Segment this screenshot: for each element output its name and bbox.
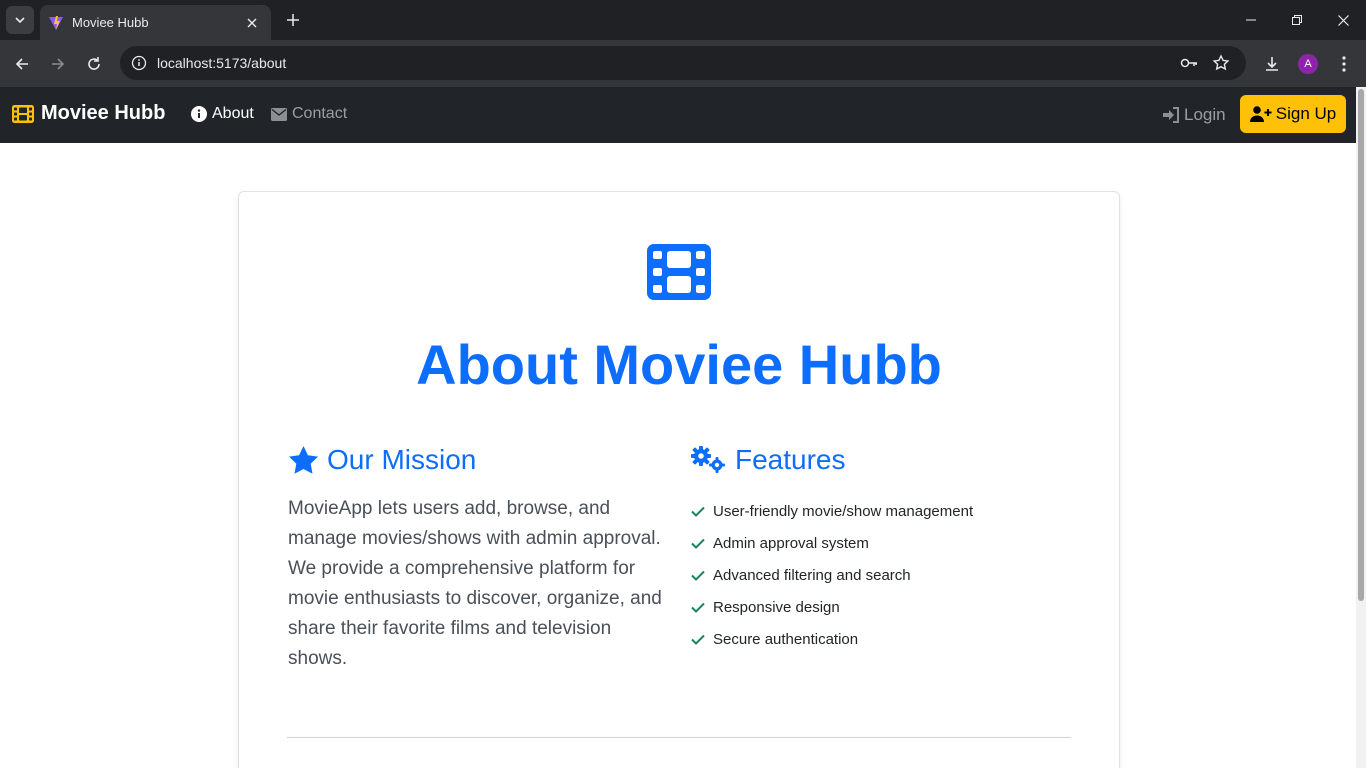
about-card: About Moviee Hubb Our Mission MovieApp l… [238,191,1120,768]
features-heading-text: Features [735,444,846,475]
site-navbar: Moviee Hubb About Contact Login Sign Up [0,87,1356,143]
star-icon [289,445,318,474]
login-link[interactable]: Login [1163,105,1226,125]
list-item: User-friendly movie/show management [691,495,973,527]
envelope-icon [271,107,287,121]
film-icon [647,244,711,300]
nav-about-link[interactable]: About [191,105,254,123]
reload-button[interactable] [80,50,108,78]
check-icon [691,538,705,549]
browser-toolbar: localhost:5173/about A [0,40,1366,87]
reload-icon [88,57,100,70]
cogs-icon [691,446,725,473]
browser-tab[interactable]: Moviee Hubb [40,5,271,40]
feature-text: Secure authentication [713,630,859,648]
list-item: Admin approval system [691,527,973,559]
check-icon [691,570,705,581]
browser-tabstrip: Moviee Hubb [0,0,1366,40]
nav-contact-label: Contact [292,105,348,122]
user-plus-icon [1249,106,1272,122]
features-heading: Features [691,444,846,476]
plus-icon [287,14,299,26]
url-text: localhost:5173/about [157,55,287,71]
kebab-menu-icon [1342,56,1346,72]
check-icon [691,634,705,645]
page-scrollbar[interactable] [1356,87,1366,768]
list-item: Advanced filtering and search [691,559,973,591]
arrow-left-icon [15,58,28,70]
restore-icon [1292,15,1302,25]
feature-text: Responsive design [713,598,840,616]
download-icon [1266,57,1278,71]
signup-label: Sign Up [1275,104,1337,123]
close-icon [1337,14,1349,26]
address-bar[interactable]: localhost:5173/about [120,46,1246,80]
page-viewport: Moviee Hubb About Contact Login Sign Up [0,87,1366,768]
back-button[interactable] [8,50,36,78]
features-list: User-friendly movie/show management Admi… [691,495,973,655]
info-circle-icon [191,106,207,122]
mission-heading-text: Our Mission [327,444,477,475]
list-item: Responsive design [691,591,973,623]
mission-heading: Our Mission [288,444,476,476]
restore-button[interactable] [1274,0,1320,40]
tab-search-button[interactable] [6,6,34,34]
site-info-icon[interactable] [128,52,150,74]
tab-close-button[interactable] [243,14,261,32]
feature-text: Admin approval system [713,534,869,552]
bookmark-star-icon[interactable] [1210,52,1232,74]
sign-in-icon [1163,107,1179,123]
film-icon [12,104,34,123]
browser-menu-button[interactable] [1330,50,1358,78]
close-window-button[interactable] [1320,0,1366,40]
section-divider [287,737,1071,738]
check-icon [691,506,705,517]
password-key-icon[interactable] [1178,52,1200,74]
forward-button[interactable] [44,50,72,78]
nav-about-label: About [212,105,254,122]
check-icon [691,602,705,613]
feature-text: Advanced filtering and search [713,566,911,584]
page-title: About Moviee Hubb [416,333,942,396]
login-label: Login [1184,105,1226,124]
minimize-icon [1246,19,1256,21]
scrollbar-thumb[interactable] [1358,89,1364,601]
nav-contact-link[interactable]: Contact [271,105,347,123]
signup-button[interactable]: Sign Up [1240,95,1346,133]
tab-title: Moviee Hubb [72,15,149,30]
profile-button[interactable]: A [1294,50,1322,78]
brand-link[interactable]: Moviee Hubb [12,102,165,125]
feature-text: User-friendly movie/show management [713,502,974,520]
vite-favicon-icon [49,15,63,30]
arrow-right-icon [52,58,65,70]
brand-name: Moviee Hubb [41,102,166,124]
new-tab-button[interactable] [282,9,304,31]
list-item: Secure authentication [691,623,973,655]
mission-text: MovieApp lets users add, browse, and man… [288,498,662,669]
downloads-button[interactable] [1258,50,1286,78]
minimize-button[interactable] [1228,0,1274,40]
avatar: A [1298,54,1318,74]
chevron-down-icon [15,17,25,24]
close-icon [247,18,257,27]
